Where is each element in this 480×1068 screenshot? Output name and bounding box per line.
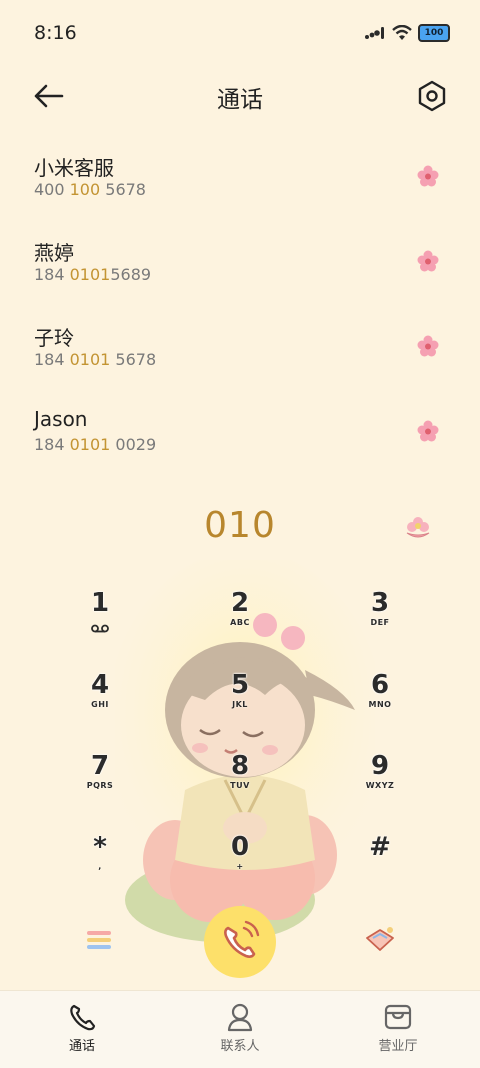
key-7[interactable]: 7 PQRS [40,751,160,821]
tab-contacts[interactable]: 联系人 [160,991,320,1068]
tab-services[interactable]: 营业厅 [318,991,478,1068]
key-1[interactable]: 1 [40,588,160,658]
contacts-icon [227,1003,253,1032]
menu-icon[interactable] [85,928,113,952]
status-bar: 8:16 100 [0,0,480,68]
tab-contacts-label: 联系人 [220,1039,260,1054]
flower-icon[interactable] [416,164,440,188]
phone-call-icon [224,920,260,958]
contact-number: 184 01015689 [34,265,152,284]
top-bar: 通话 [0,68,480,124]
key-4[interactable]: 4 GHI [40,670,160,740]
contact-name: 燕婷 [34,241,74,265]
signal-icon [365,27,384,39]
settings-icon[interactable] [414,78,450,114]
store-icon [384,1004,412,1030]
key-hash[interactable]: # [320,832,440,902]
contact-number: 400 100 5678 [34,180,146,199]
call-list-item[interactable]: Jason 184 0101 0029 [0,397,480,482]
flower-lotus-icon[interactable] [404,514,432,542]
key-star[interactable]: * , [40,832,160,902]
key-9[interactable]: 9 WXYZ [320,751,440,821]
call-list-item[interactable]: 子玲 184 0101 5678 [0,312,480,397]
contact-number: 184 0101 0029 [34,435,157,454]
tab-services-label: 营业厅 [378,1039,418,1054]
flower-icon[interactable] [416,419,440,443]
key-2[interactable]: 2 ABC [180,588,300,658]
contact-name: Jason [34,407,88,431]
key-8[interactable]: 8 TUV [180,751,300,821]
tab-calls[interactable]: 通话 [2,991,162,1068]
status-time: 8:16 [34,22,77,44]
status-icons: 100 [364,24,450,42]
key-5[interactable]: 5 JKL [180,670,300,740]
call-list-item[interactable]: 燕婷 184 01015689 [0,227,480,312]
flower-icon[interactable] [416,249,440,273]
flower-icon[interactable] [416,334,440,358]
tab-calls-label: 通话 [68,1039,95,1054]
call-list: 小米客服 400 100 5678 燕婷 184 01015689 子玲 184… [0,142,480,482]
contact-number: 184 0101 5678 [34,350,157,369]
key-3[interactable]: 3 DEF [320,588,440,658]
battery-icon: 100 [418,24,450,42]
key-0[interactable]: 0 + [180,832,300,902]
dialpad-toggle-icon[interactable] [364,924,396,954]
contact-name: 小米客服 [34,156,114,180]
voicemail-icon [91,624,109,633]
key-6[interactable]: 6 MNO [320,670,440,740]
phone-icon [70,1004,96,1031]
call-button[interactable] [204,906,276,978]
bottom-nav: 通话 联系人 营业厅 [0,990,480,1068]
wifi-icon [392,25,412,40]
page-title: 通话 [217,87,263,113]
contact-name: 子玲 [34,326,74,350]
call-list-item[interactable]: 小米客服 400 100 5678 [0,142,480,227]
